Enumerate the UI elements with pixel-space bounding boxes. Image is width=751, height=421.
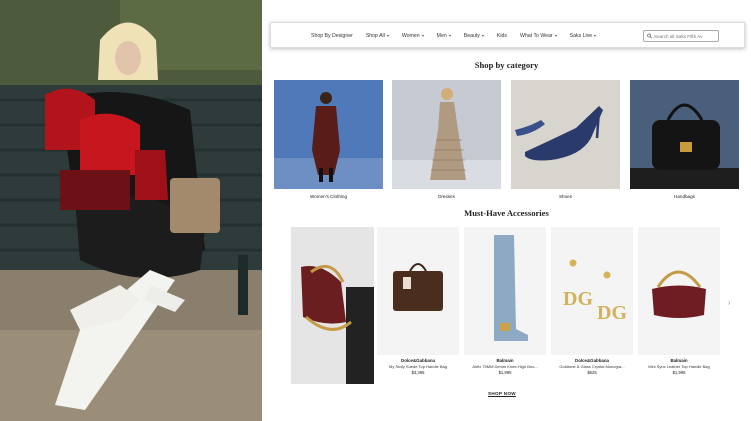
mini-sync-bag-photo <box>638 227 720 355</box>
nav-item-label: Saks Live <box>569 33 593 39</box>
category-label: Dresses <box>438 194 455 199</box>
crystal-earrings-photo: DG DG <box>551 227 633 355</box>
nav-item-kids[interactable]: Kids <box>497 33 507 39</box>
category-card-shoes[interactable]: Shoes <box>511 80 620 199</box>
category-card-dresses[interactable]: Dresses <box>392 80 501 199</box>
product-name: My Sicily Suede Top Handle Bag <box>389 364 447 369</box>
shop-by-category-title: Shop by category <box>474 60 539 70</box>
featured-accessory-image[interactable] <box>291 227 374 384</box>
category-image[interactable] <box>630 80 739 189</box>
chevron-right-icon[interactable]: › <box>728 300 730 307</box>
dresses-photo <box>392 80 501 189</box>
carousel-next-button[interactable]: › <box>728 300 730 307</box>
chevron-down-icon <box>421 35 424 37</box>
chevron-down-icon <box>448 35 451 37</box>
top-navigation-bar: Shop By Designer Shop All Women Men Beau… <box>270 22 745 48</box>
product-card[interactable]: Balmain Airfix 75MM Denim Knee-High Boo.… <box>464 227 546 375</box>
must-have-accessories-title: Must-Have Accessories <box>464 208 549 218</box>
product-name: Mini Sync Leather Top Handle Bag <box>648 364 710 369</box>
nav-menu: Shop By Designer Shop All Women Men Beau… <box>311 23 609 49</box>
product-image[interactable] <box>464 227 546 355</box>
hero-photo <box>0 0 262 421</box>
product-name: Goldtone & Glass Crystal Monogra... <box>559 364 625 369</box>
svg-text:DG: DG <box>563 288 593 310</box>
nav-item-women[interactable]: Women <box>402 33 424 39</box>
nav-item-label: Shop All <box>365 33 385 39</box>
content-panel: Shop By Designer Shop All Women Men Beau… <box>262 0 751 421</box>
product-card[interactable]: DG DG Dolce&Gabbana Goldtone & Glass Cry… <box>551 227 633 375</box>
shop-now-link[interactable]: SHOP NOW <box>488 391 516 396</box>
nav-item-men[interactable]: Men <box>437 33 451 39</box>
product-brand: Balmain <box>670 358 688 363</box>
product-card[interactable]: Dolce&Gabbana My Sicily Suede Top Handle… <box>377 227 459 375</box>
chevron-down-icon <box>481 35 484 37</box>
product-price: $1,995 <box>672 370 686 375</box>
product-brand: Balmain <box>496 358 514 363</box>
handbags-photo <box>630 80 739 189</box>
nav-item-saks-live[interactable]: Saks Live <box>570 33 597 39</box>
nav-item-shop-all[interactable]: Shop All <box>366 33 389 39</box>
nav-item-label: Shop By Designer <box>311 33 353 39</box>
category-image[interactable] <box>511 80 620 189</box>
nav-item-label: What To Wear <box>519 33 553 39</box>
product-brand: Dolce&Gabbana <box>401 358 435 363</box>
nav-item-shop-by-designer[interactable]: Shop By Designer <box>311 33 353 39</box>
product-image[interactable]: DG DG <box>551 227 633 355</box>
category-card-handbags[interactable]: Handbags <box>630 80 739 199</box>
search-input[interactable] <box>654 33 718 39</box>
product-name: Airfix 75MM Denim Knee-High Boo... <box>472 364 538 369</box>
chevron-down-icon <box>554 35 557 37</box>
category-image[interactable] <box>392 80 501 189</box>
chevron-down-icon <box>594 35 597 37</box>
product-image[interactable] <box>638 227 720 355</box>
search-icon[interactable] <box>647 33 652 39</box>
nav-item-beauty[interactable]: Beauty <box>464 33 484 39</box>
nav-item-what-to-wear[interactable]: What To Wear <box>520 33 557 39</box>
category-image[interactable] <box>274 80 383 189</box>
category-label: Handbags <box>674 194 695 199</box>
svg-text:DG: DG <box>597 302 627 324</box>
category-label: Women's Clothing <box>309 194 348 199</box>
product-price: $1,995 <box>498 370 512 375</box>
womens-clothing-photo <box>274 80 383 189</box>
nav-item-label: Beauty <box>463 33 480 39</box>
search-box[interactable] <box>643 30 719 42</box>
nav-item-label: Men <box>436 33 447 39</box>
nav-item-label: Kids <box>496 33 507 39</box>
product-price: $3,395 <box>411 370 425 375</box>
featured-bag-photo <box>291 227 374 384</box>
nav-item-label: Women <box>401 33 420 39</box>
hero-image <box>0 0 262 421</box>
shoes-photo <box>511 80 620 189</box>
product-brand: Dolce&Gabbana <box>575 358 609 363</box>
suede-bag-photo <box>377 227 459 355</box>
denim-boot-photo <box>464 227 546 355</box>
chevron-down-icon <box>386 35 389 37</box>
product-image[interactable] <box>377 227 459 355</box>
category-label: Shoes <box>558 194 573 199</box>
category-card-womens-clothing[interactable]: Women's Clothing <box>274 80 383 199</box>
product-card[interactable]: Balmain Mini Sync Leather Top Handle Bag… <box>638 227 720 375</box>
product-price: $625 <box>587 370 597 375</box>
